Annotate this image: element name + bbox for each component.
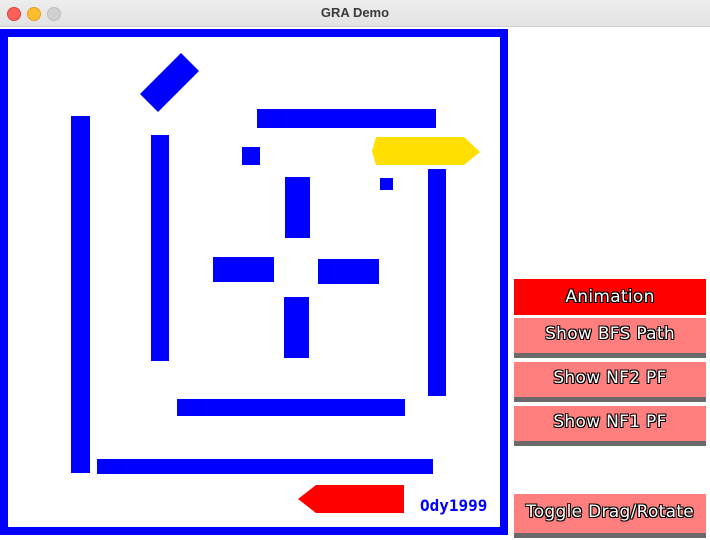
obstacle-right-vertical[interactable]: [428, 169, 446, 396]
show-nf2-pf-button[interactable]: Show NF2 PF: [514, 362, 706, 402]
toggle-drag-rotate-button[interactable]: Toggle Drag/Rotate: [514, 494, 706, 538]
signature-text: Ody1999: [420, 496, 487, 515]
obstacle-cross-right[interactable]: [318, 259, 379, 284]
show-bfs-path-button[interactable]: Show BFS Path: [514, 318, 706, 358]
show-nf1-pf-button[interactable]: Show NF1 PF: [514, 406, 706, 446]
obstacle-left-vertical[interactable]: [71, 116, 90, 473]
obstacle-inner-left-vertical[interactable]: [151, 135, 169, 361]
obstacle-cross-left[interactable]: [213, 257, 274, 282]
planning-canvas[interactable]: Ody1999: [0, 27, 512, 540]
window-title: GRA Demo: [320, 5, 390, 20]
obstacle-inner-bottom-horizontal[interactable]: [177, 399, 405, 416]
goal-red[interactable]: [298, 485, 404, 513]
title-bar: GRA Demo: [0, 0, 710, 27]
obstacle-top-horizontal[interactable]: [257, 109, 436, 128]
obstacle-small-square[interactable]: [242, 147, 260, 165]
obstacle-tiny-square[interactable]: [380, 178, 393, 190]
robot-yellow[interactable]: [372, 137, 480, 165]
obstacle-cross-top[interactable]: [285, 177, 310, 238]
animation-button[interactable]: Animation: [514, 279, 706, 315]
obstacle-cross-bottom[interactable]: [284, 297, 309, 358]
obstacle-bottom-horizontal[interactable]: [97, 459, 433, 474]
